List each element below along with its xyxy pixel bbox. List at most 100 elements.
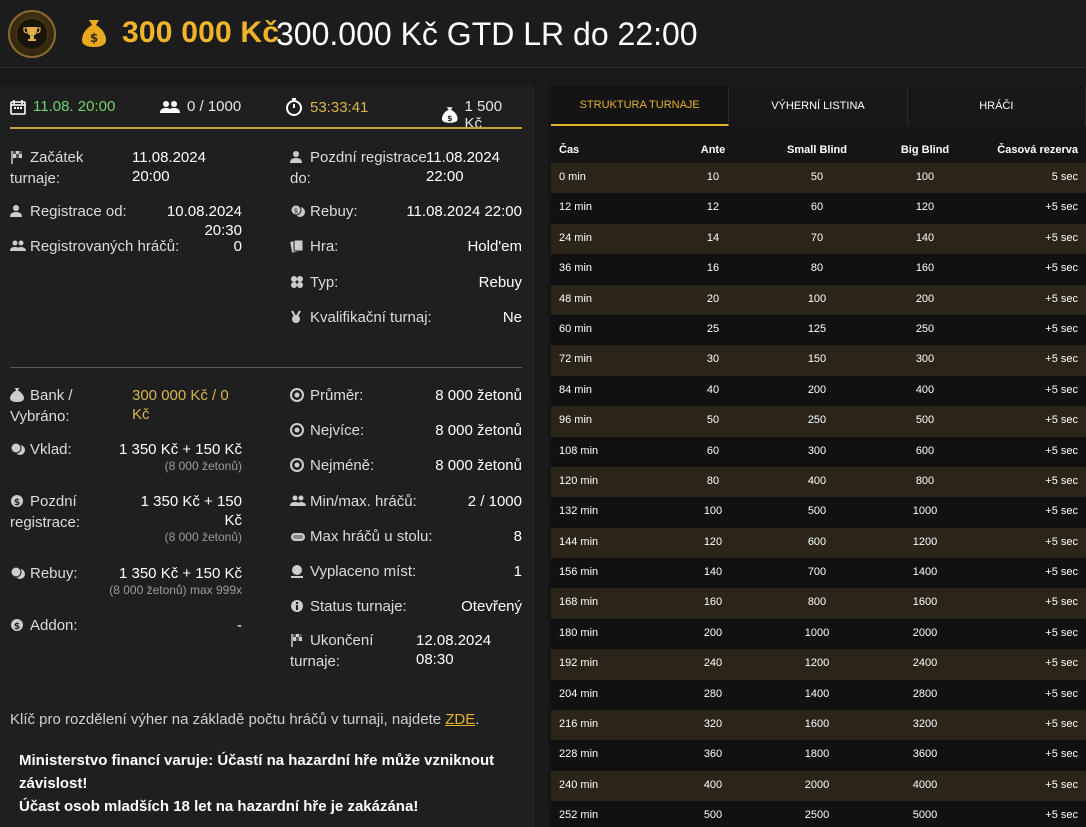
table-row: 0 min 10 50 100 5 sec [551, 163, 1086, 194]
divider-grey [10, 367, 522, 368]
payout-key-note: Klíč pro rozdělení výher na základě počt… [10, 711, 479, 728]
cell-small-blind: 600 [807, 535, 827, 548]
col-big-blind: Big Blind [900, 144, 950, 156]
table-row: 228 min 360 1800 3600 +5 sec [551, 740, 1086, 771]
players-summary-text: 0 / 1000 [187, 98, 242, 115]
cell-big-blind: 100 [915, 171, 935, 183]
tab-structure[interactable]: STRUKTURA TURNAJE [551, 86, 730, 126]
qualifier-value: Ne [502, 309, 522, 326]
rebuy-fee-sub: (8 000 žetonů) max 999x [109, 583, 242, 597]
cell-ante: 500 [703, 809, 723, 822]
svg-text:$: $ [90, 31, 98, 45]
least-value: 8 000 žetonů [435, 457, 522, 474]
cell-time-bank: +5 sec [1045, 505, 1078, 518]
table-row: 204 min 280 1400 2800 +5 sec [551, 679, 1086, 711]
cell-time-bank: +5 sec [1045, 414, 1078, 427]
tab-players[interactable]: HRÁČI [908, 86, 1086, 126]
cell-ante: 40 [706, 383, 720, 396]
table-row: 252 min 500 2500 5000 +5 sec [551, 801, 1086, 827]
countdown-text: 53:33:41 [310, 98, 369, 116]
cell-ante: 160 [703, 596, 723, 609]
cell-time: 168 min [559, 596, 599, 609]
paid-value: 1 [513, 563, 522, 580]
flag-icon [290, 633, 306, 652]
trophy-logo-icon [8, 10, 56, 58]
rebuy-deadline-label: Rebuy: [310, 203, 358, 220]
cell-time-bank: +5 sec [1045, 474, 1078, 487]
cell-time: 84 min [559, 383, 593, 396]
chip-icon [290, 458, 306, 477]
svg-text:$: $ [14, 498, 20, 508]
user-icon [290, 150, 306, 169]
cell-small-blind: 100 [807, 292, 827, 305]
max-table-label: Max hráčů u stolu: [310, 528, 433, 545]
tab-prize-list[interactable]: VÝHERNÍ LISTINA [729, 86, 908, 126]
cell-small-blind: 50 [810, 171, 824, 183]
cell-time-bank: +5 sec [1045, 322, 1078, 335]
table-row: 36 min 16 80 160 +5 sec [551, 254, 1086, 285]
cell-time-bank: +5 sec [1045, 292, 1078, 305]
cell-small-blind: 60 [810, 201, 824, 214]
users-icon [290, 494, 306, 513]
payout-key-link[interactable]: ZDE [445, 711, 475, 728]
table-row: 156 min 140 700 1400 +5 sec [551, 558, 1086, 589]
cell-big-blind: 160 [915, 262, 935, 275]
max-table-value: 8 [513, 528, 522, 545]
cell-big-blind: 1000 [912, 505, 938, 518]
cell-time: 228 min [559, 748, 599, 761]
dollar-coin-icon: $ [10, 618, 26, 637]
status-value: Otevřený [461, 598, 522, 615]
cell-ante: 200 [703, 626, 723, 639]
table-row: 192 min 240 1200 2400 +5 sec [551, 649, 1086, 680]
cell-ante: 30 [706, 353, 720, 366]
page-title: 300.000 Kč GTD LR do 22:00 [276, 16, 698, 52]
cell-time: 72 min [559, 353, 593, 366]
cell-time: 180 min [559, 626, 599, 639]
cell-big-blind: 140 [915, 231, 935, 244]
cell-time-bank: +5 sec [1045, 687, 1078, 700]
suits-icon [290, 275, 306, 294]
stopwatch-icon [286, 98, 302, 116]
cell-time: 252 min [559, 809, 599, 822]
table-row: 216 min 320 1600 3200 +5 sec [551, 710, 1086, 741]
reg-from-value: 10.08.2024 20:30 [166, 203, 242, 239]
cell-time: 120 min [559, 474, 599, 487]
cell-small-blind: 1400 [804, 687, 830, 700]
paid-label: Vyplaceno míst: [310, 563, 417, 580]
tournament-info-panel: 11.08. 20:00 0 / 1000 53:33:41 $ 1 500 K… [0, 86, 534, 827]
table-row: 84 min 40 200 400 +5 sec [551, 375, 1086, 407]
cell-big-blind: 2800 [912, 687, 938, 700]
divider-gold [10, 127, 522, 129]
cell-time-bank: +5 sec [1045, 748, 1078, 761]
coins-icon: $ [290, 204, 306, 223]
cell-big-blind: 5000 [912, 809, 938, 822]
type-label: Typ: [310, 274, 339, 291]
cell-big-blind: 2400 [912, 657, 938, 670]
bank-value: 300 000 Kč / 0 Kč [132, 387, 229, 423]
payout-icon [290, 564, 306, 583]
tournament-header: $ 300 000 Kč 300.000 Kč GTD LR do 22:00 [0, 0, 1086, 68]
table-row: 48 min 20 100 200 +5 sec [551, 284, 1086, 315]
cell-small-blind: 2500 [804, 809, 830, 822]
col-ante: Ante [700, 144, 726, 156]
avg-label: Průměr: [310, 387, 364, 404]
cell-time-bank: +5 sec [1045, 231, 1078, 244]
table-row: 120 min 80 400 800 +5 sec [551, 466, 1086, 498]
calendar-icon [10, 99, 26, 115]
cell-ante: 100 [703, 505, 723, 518]
end-value: 12.08.2024 08:30 [416, 632, 492, 668]
money-bag-icon [10, 388, 26, 407]
cell-big-blind: 2000 [912, 626, 938, 639]
cell-time-bank: +5 sec [1045, 809, 1078, 822]
guarantee-amount: 300 000 Kč [122, 16, 280, 49]
cell-big-blind: 3600 [912, 748, 938, 761]
minmax-value: 2 / 1000 [467, 493, 522, 510]
table-row: 24 min 14 70 140 +5 sec [551, 223, 1086, 255]
cell-small-blind: 400 [807, 474, 827, 487]
svg-text:$: $ [294, 207, 298, 215]
table-row: 144 min 120 600 1200 +5 sec [551, 527, 1086, 559]
cell-small-blind: 300 [807, 444, 827, 457]
coins-icon [10, 442, 26, 461]
cell-time-bank: +5 sec [1045, 383, 1078, 396]
rebuy-fee-value: 1 350 Kč + 150 Kč [118, 565, 242, 582]
